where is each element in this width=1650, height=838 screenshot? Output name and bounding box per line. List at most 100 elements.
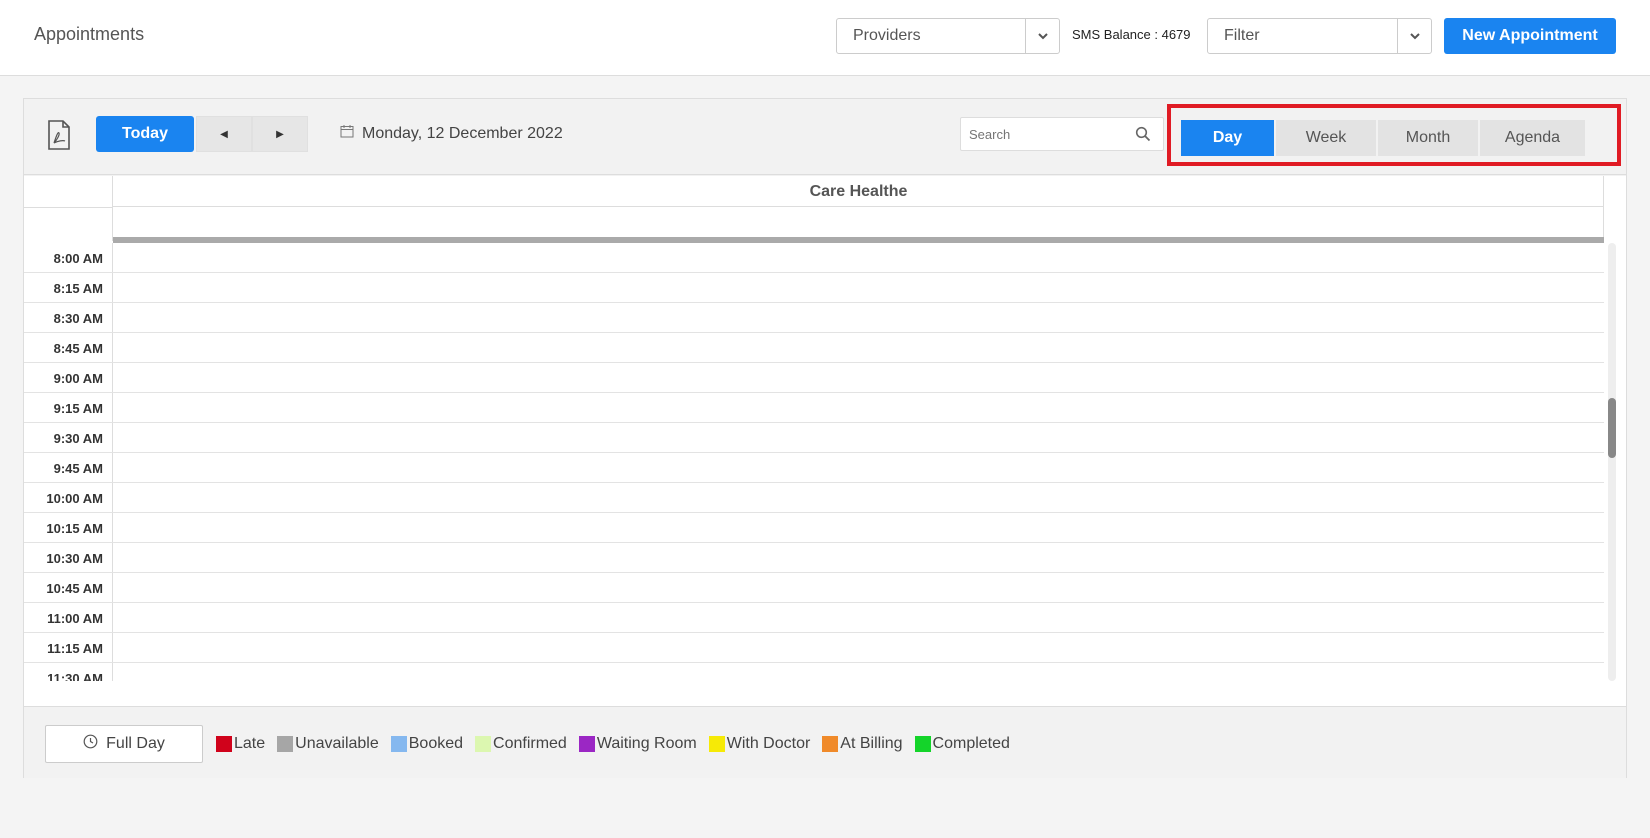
time-label: 10:30 AM bbox=[24, 543, 113, 572]
time-slot-cell[interactable] bbox=[113, 273, 1604, 302]
time-slot-cell[interactable] bbox=[113, 363, 1604, 392]
legend-label: With Doctor bbox=[726, 735, 811, 752]
legend-item: With Doctor bbox=[708, 735, 811, 753]
status-legend: Full Day Late Unavailable Booked Confirmed W… bbox=[24, 706, 1626, 778]
legend-swatch bbox=[708, 736, 725, 752]
legend-swatch bbox=[216, 736, 232, 752]
today-button[interactable]: Today bbox=[96, 116, 194, 152]
legend-label: Waiting Room bbox=[596, 735, 697, 752]
time-slot-cell[interactable] bbox=[113, 573, 1604, 602]
time-label: 8:00 AM bbox=[24, 243, 113, 272]
view-week-button[interactable]: Week bbox=[1276, 120, 1377, 156]
time-label: 11:15 AM bbox=[24, 633, 113, 662]
view-month-button[interactable]: Month bbox=[1378, 120, 1479, 156]
view-switcher: Day Week Month Agenda bbox=[1167, 104, 1621, 166]
calendar-icon bbox=[340, 124, 354, 143]
header-divider bbox=[1603, 176, 1604, 241]
pdf-export-icon[interactable] bbox=[46, 119, 72, 151]
time-slot-row: 11:30 AM bbox=[24, 663, 1604, 681]
time-slot-row: 9:45 AM bbox=[24, 453, 1604, 483]
chevron-down-icon[interactable] bbox=[1025, 19, 1059, 53]
time-label: 11:30 AM bbox=[24, 663, 113, 681]
time-label: 8:45 AM bbox=[24, 333, 113, 362]
providers-select-value: Providers bbox=[853, 27, 921, 44]
time-slot-row: 11:00 AM bbox=[24, 603, 1604, 633]
time-slot-row: 8:45 AM bbox=[24, 333, 1604, 363]
time-column-header bbox=[24, 176, 113, 241]
clock-icon bbox=[83, 734, 98, 754]
time-slot-cell[interactable] bbox=[113, 633, 1604, 662]
legend-item: Booked bbox=[390, 735, 464, 753]
search-box[interactable] bbox=[960, 117, 1164, 151]
chevron-down-icon[interactable] bbox=[1397, 19, 1431, 53]
top-header: Appointments Providers SMS Balance : 467… bbox=[0, 0, 1650, 76]
legend-label: Completed bbox=[932, 735, 1010, 752]
legend-item: Late bbox=[216, 735, 265, 753]
legend-label: Booked bbox=[408, 735, 464, 752]
time-label: 10:45 AM bbox=[24, 573, 113, 602]
time-slot-cell[interactable] bbox=[113, 303, 1604, 332]
time-slot-row: 10:15 AM bbox=[24, 513, 1604, 543]
sms-balance: SMS Balance : 4679 bbox=[1072, 27, 1191, 42]
legend-label: At Billing bbox=[840, 735, 903, 752]
time-label: 10:00 AM bbox=[24, 483, 113, 512]
legend-item: Unavailable bbox=[277, 735, 379, 753]
time-slot-cell[interactable] bbox=[113, 333, 1604, 362]
date-text: Monday, 12 December 2022 bbox=[362, 124, 563, 142]
time-slot-cell[interactable] bbox=[113, 483, 1604, 512]
time-slot-row: 10:30 AM bbox=[24, 543, 1604, 573]
providers-select[interactable]: Providers bbox=[836, 18, 1060, 54]
time-label: 9:45 AM bbox=[24, 453, 113, 482]
time-slot-cell[interactable] bbox=[113, 423, 1604, 452]
legend-swatch bbox=[822, 736, 839, 752]
time-slot-row: 8:00 AM bbox=[24, 243, 1604, 273]
scrollbar-thumb[interactable] bbox=[1608, 398, 1616, 458]
time-slot-row: 11:15 AM bbox=[24, 633, 1604, 663]
next-button[interactable]: ▶ bbox=[252, 116, 308, 152]
search-input[interactable] bbox=[961, 118, 1131, 150]
legend-swatch bbox=[390, 736, 407, 752]
legend-label: Unavailable bbox=[295, 735, 379, 752]
time-slot-row: 8:30 AM bbox=[24, 303, 1604, 333]
time-slot-cell[interactable] bbox=[113, 663, 1604, 681]
filter-select-value: Filter bbox=[1224, 27, 1260, 44]
vertical-scrollbar[interactable] bbox=[1608, 243, 1616, 681]
legend-swatch bbox=[277, 736, 294, 752]
new-appointment-button[interactable]: New Appointment bbox=[1444, 18, 1616, 54]
legend-item: At Billing bbox=[822, 735, 903, 753]
time-slot-cell[interactable] bbox=[113, 393, 1604, 422]
legend-item: Completed bbox=[914, 735, 1010, 753]
time-slot-row: 9:00 AM bbox=[24, 363, 1604, 393]
legend-item: Waiting Room bbox=[578, 735, 697, 753]
all-day-row[interactable] bbox=[113, 207, 1604, 237]
view-day-button[interactable]: Day bbox=[1181, 120, 1275, 156]
legend-swatch bbox=[914, 736, 931, 752]
prev-button[interactable]: ◀ bbox=[196, 116, 252, 152]
page-title: Appointments bbox=[34, 24, 145, 44]
current-date[interactable]: Monday, 12 December 2022 bbox=[340, 124, 563, 143]
caret-right-icon: ▶ bbox=[276, 128, 284, 140]
time-slot-row: 8:15 AM bbox=[24, 273, 1604, 303]
legend-items: Late Unavailable Booked Confirmed Waiting Ro… bbox=[216, 735, 1010, 753]
legend-label: Late bbox=[234, 735, 266, 752]
time-rows: 8:00 AM 8:15 AM 8:30 AM 8:45 AM 9:00 AM 9:15 … bbox=[24, 243, 1604, 681]
time-label: 11:00 AM bbox=[24, 603, 113, 632]
time-label: 9:30 AM bbox=[24, 423, 113, 452]
view-agenda-button[interactable]: Agenda bbox=[1480, 120, 1586, 156]
time-label: 8:30 AM bbox=[24, 303, 113, 332]
time-slot-cell[interactable] bbox=[113, 243, 1604, 272]
caret-left-icon: ◀ bbox=[220, 128, 228, 140]
legend-swatch bbox=[475, 736, 492, 752]
time-slot-cell[interactable] bbox=[113, 513, 1604, 542]
full-day-button[interactable]: Full Day bbox=[45, 725, 203, 763]
scheduler-toolbar: Today ◀ ▶ Monday, 12 December 2022 Day W… bbox=[24, 99, 1626, 175]
time-label: 9:15 AM bbox=[24, 393, 113, 422]
time-slot-row: 9:15 AM bbox=[24, 393, 1604, 423]
time-slot-cell[interactable] bbox=[113, 453, 1604, 482]
time-slot-row: 9:30 AM bbox=[24, 423, 1604, 453]
time-slot-cell[interactable] bbox=[113, 543, 1604, 572]
filter-select[interactable]: Filter bbox=[1207, 18, 1432, 54]
legend-item: Confirmed bbox=[475, 735, 567, 753]
time-slot-cell[interactable] bbox=[113, 603, 1604, 632]
search-icon[interactable] bbox=[1135, 126, 1151, 142]
